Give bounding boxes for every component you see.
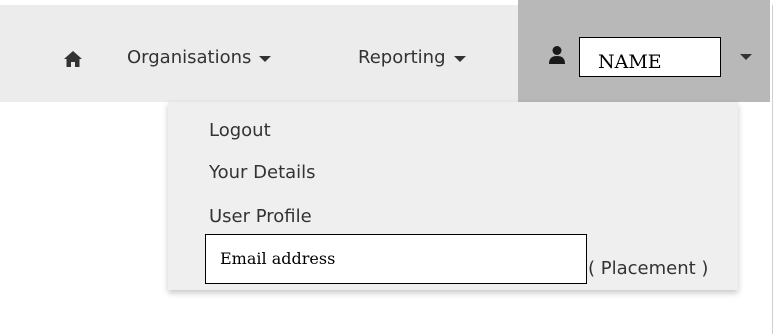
reporting-label: Reporting xyxy=(358,47,446,68)
chevron-down-icon xyxy=(453,55,466,62)
email-address-field: Email address xyxy=(205,234,587,284)
home-icon[interactable] xyxy=(63,49,83,69)
your-details-menu-item[interactable]: Your Details xyxy=(209,162,316,183)
placement-label[interactable]: ( Placement ) xyxy=(588,258,708,279)
organisations-label: Organisations xyxy=(127,47,252,68)
user-profile-menu-item[interactable]: User Profile xyxy=(209,206,312,227)
chevron-down-icon xyxy=(259,55,272,62)
user-menu[interactable]: NAME xyxy=(518,0,770,102)
reporting-menu[interactable]: Reporting xyxy=(358,47,466,68)
chevron-down-icon xyxy=(740,54,752,60)
top-navbar: Organisations Reporting NAME xyxy=(0,0,770,102)
page: Organisations Reporting NAME Logout Your… xyxy=(0,0,778,334)
logout-menu-item[interactable]: Logout xyxy=(209,120,271,141)
organisations-menu[interactable]: Organisations xyxy=(127,47,272,68)
user-name-field: NAME xyxy=(579,37,721,77)
divider xyxy=(772,5,773,334)
user-dropdown-menu: Logout Your Details User Profile Email a… xyxy=(168,102,738,290)
user-icon xyxy=(548,45,566,65)
